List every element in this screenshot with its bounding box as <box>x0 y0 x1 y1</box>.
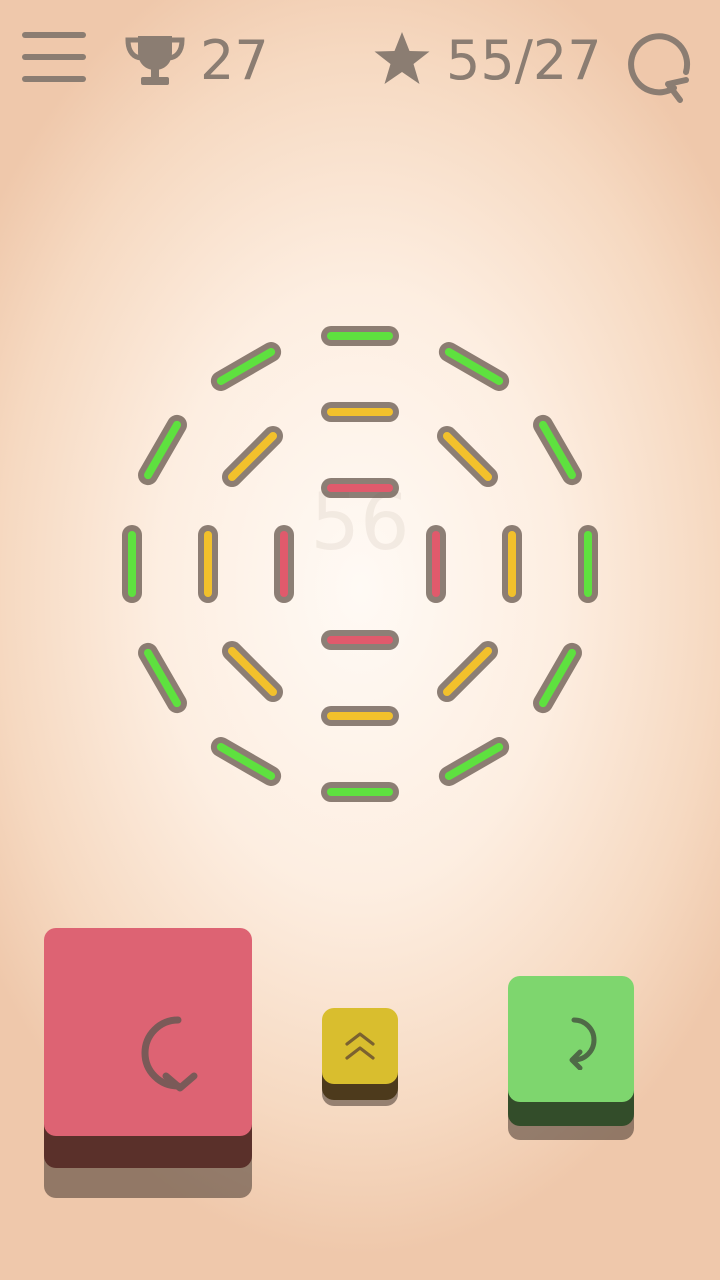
segment-middle-4 <box>436 640 499 703</box>
segment-outer-1 <box>321 326 399 346</box>
segment-middle-7 <box>198 525 218 603</box>
rotate-clockwise-icon <box>569 1017 597 1070</box>
segment-middle-3 <box>502 525 522 603</box>
segment-outer-7 <box>321 782 399 802</box>
segment-outer-4 <box>578 525 598 603</box>
segment-middle-6 <box>221 640 284 703</box>
segment-middle-2 <box>436 425 499 488</box>
segment-inner-3 <box>321 630 399 650</box>
segment-inner-1 <box>321 478 399 498</box>
segment-middle-8 <box>221 425 284 488</box>
segment-outer-5 <box>533 642 582 714</box>
segment-outer-10 <box>122 525 142 603</box>
segment-outer-8 <box>210 737 282 786</box>
double-chevron-up-icon <box>345 1032 375 1060</box>
segment-outer-9 <box>138 642 187 714</box>
segment-outer-12 <box>210 342 282 391</box>
segment-outer-3 <box>533 414 582 486</box>
rotate-right-button[interactable] <box>508 976 634 1140</box>
rotate-counterclockwise-icon <box>141 1016 198 1092</box>
segment-inner-4 <box>274 525 294 603</box>
segment-outer-2 <box>438 342 510 391</box>
segment-middle-1 <box>321 402 399 422</box>
segment-inner-2 <box>426 525 446 603</box>
segment-outer-6 <box>438 737 510 786</box>
rotate-left-button[interactable] <box>44 928 252 1198</box>
segment-outer-11 <box>138 414 187 486</box>
move-up-button[interactable] <box>322 1008 398 1106</box>
segment-middle-5 <box>321 706 399 726</box>
